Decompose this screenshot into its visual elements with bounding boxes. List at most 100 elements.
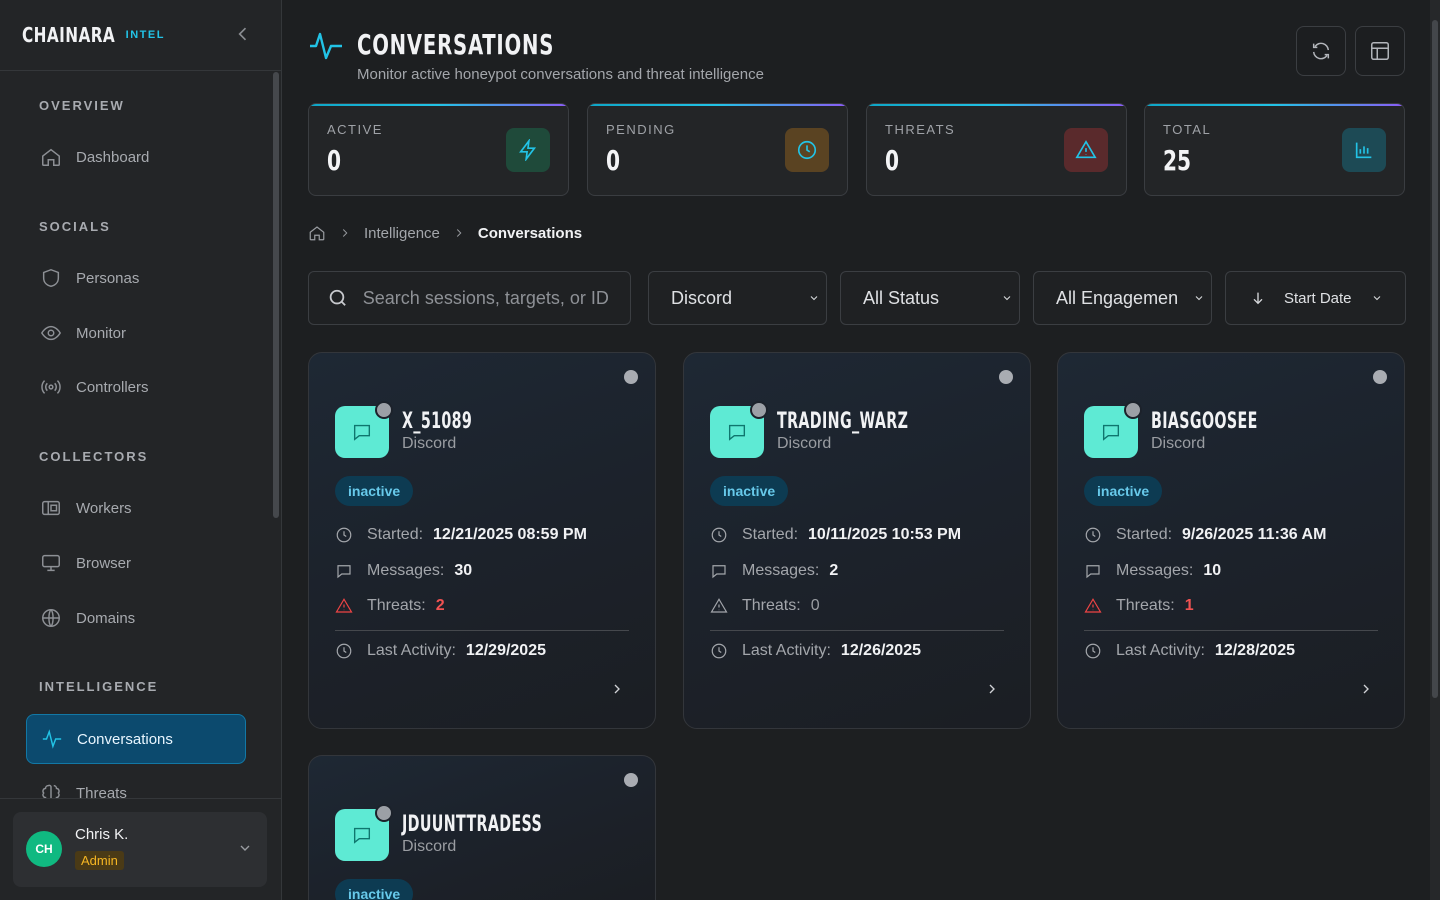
refresh-button[interactable] xyxy=(1296,26,1346,76)
page-subtitle: Monitor active honeypot conversations an… xyxy=(357,66,764,83)
home-icon[interactable] xyxy=(308,224,326,242)
sidebar-item-label: Conversations xyxy=(77,730,173,748)
engagement-select[interactable]: All Engagemen xyxy=(1033,271,1212,325)
chevron-right-icon[interactable] xyxy=(984,681,1000,697)
message-icon xyxy=(353,827,371,844)
eye-icon xyxy=(40,325,62,341)
search-input[interactable] xyxy=(362,287,630,309)
stat-icon-box xyxy=(1342,128,1386,172)
chevron-left-icon[interactable] xyxy=(233,24,253,44)
conversation-platform: Discord xyxy=(402,838,457,855)
user-name: Chris K. xyxy=(75,826,129,843)
last-activity-label: Last Activity: xyxy=(1116,642,1205,659)
platform-select-value: Discord xyxy=(671,287,733,308)
chevron-right-icon[interactable] xyxy=(1358,681,1374,697)
platform-select[interactable]: Discord xyxy=(648,271,827,325)
last-activity-row: Last Activity: 12/29/2025 xyxy=(335,642,546,660)
section-title-collectors: COLLECTORS xyxy=(39,449,149,464)
user-menu[interactable]: CH Chris K. Admin xyxy=(13,812,267,887)
last-activity-value: 12/26/2025 xyxy=(840,642,921,659)
chevron-right-icon[interactable] xyxy=(609,681,625,697)
refresh-icon xyxy=(1312,42,1330,60)
stat-card-threats: THREATS 0 xyxy=(866,103,1127,196)
stat-value: 0 xyxy=(327,144,342,177)
radio-icon xyxy=(41,380,61,394)
conversation-card[interactable]: X_51089 Discord inactive Started: 12/21/… xyxy=(308,352,656,729)
section-title-socials: SOCIALS xyxy=(39,219,111,234)
sidebar-item-browser[interactable]: Browser xyxy=(26,538,246,588)
message-icon xyxy=(337,565,351,579)
main-scrollbar[interactable] xyxy=(1430,0,1440,900)
breadcrumb-item-conversations: Conversations xyxy=(477,224,583,242)
presence-dot xyxy=(1124,401,1142,419)
conversation-platform: Discord xyxy=(1151,435,1206,452)
sidebar-item-conversations[interactable]: Conversations xyxy=(26,714,246,764)
sidebar-item-label: Controllers xyxy=(76,378,149,396)
clock-icon xyxy=(797,140,817,160)
conversation-card[interactable]: BIASGOOSEE Discord inactive Started: 9/2… xyxy=(1057,352,1405,729)
conversation-card[interactable]: JDUUNTTRADESS Discord inactive xyxy=(308,755,656,900)
brand: CHAINARA INTEL xyxy=(0,0,281,71)
presence-dot xyxy=(375,401,393,419)
brand-tag: INTEL xyxy=(125,29,165,41)
started-value: 10/11/2025 10:53 PM xyxy=(808,526,962,543)
messages-label: Messages: xyxy=(1116,562,1194,579)
sidebar-item-controllers[interactable]: Controllers xyxy=(26,362,246,412)
divider xyxy=(710,630,1004,631)
sidebar-scrollbar[interactable] xyxy=(273,72,279,518)
threats-value: 0 xyxy=(810,597,820,614)
conversation-name: BIASGOOSEE xyxy=(1151,409,1258,434)
conversation-name: X_51089 xyxy=(402,409,473,434)
stat-card-pending: PENDING 0 xyxy=(587,103,848,196)
activity-icon xyxy=(42,729,62,749)
sidebar-item-personas[interactable]: Personas xyxy=(26,253,246,303)
stat-card-total: TOTAL 25 xyxy=(1144,103,1405,196)
breadcrumb: Intelligence Conversations xyxy=(308,222,582,244)
sidebar-item-domains[interactable]: Domains xyxy=(26,593,246,643)
threats-value: 1 xyxy=(1184,597,1194,614)
conversation-platform: Discord xyxy=(777,435,832,452)
sidebar-nav: OVERVIEW Dashboard SOCIALS Personas Moni… xyxy=(0,71,281,798)
stat-label: TOTAL xyxy=(1163,122,1212,137)
sidebar-item-monitor[interactable]: Monitor xyxy=(26,308,246,358)
sort-button[interactable]: Start Date xyxy=(1225,271,1406,325)
message-icon xyxy=(1102,424,1120,441)
status-badge: inactive xyxy=(335,476,414,506)
sidebar-item-label: Workers xyxy=(76,499,132,517)
threats-row: Threats: 2 xyxy=(335,597,445,615)
layout-button[interactable] xyxy=(1355,26,1405,76)
search-box xyxy=(308,271,631,325)
last-activity-value: 12/28/2025 xyxy=(1214,642,1295,659)
conversation-card[interactable]: TRADING_WARZ Discord inactive Started: 1… xyxy=(683,352,1031,729)
user-panel: CH Chris K. Admin xyxy=(0,798,281,900)
clock-icon xyxy=(711,527,727,543)
shield-icon xyxy=(42,268,60,288)
messages-value: 30 xyxy=(454,562,473,579)
lightning-icon xyxy=(519,139,537,161)
sidebar-item-label: Browser xyxy=(76,554,132,572)
page-title: CONVERSATIONS xyxy=(357,28,555,61)
sidebar: CHAINARA INTEL OVERVIEW Dashboard SOCIAL… xyxy=(0,0,282,900)
worker-icon xyxy=(42,500,60,516)
status-badge: inactive xyxy=(1084,476,1163,506)
presence-dot xyxy=(375,804,393,822)
scrollbar-thumb[interactable] xyxy=(1432,20,1438,698)
sidebar-item-dashboard[interactable]: Dashboard xyxy=(26,132,246,182)
last-activity-row: Last Activity: 12/28/2025 xyxy=(1084,642,1295,660)
stat-icon-box xyxy=(1064,128,1108,172)
chevron-down-icon xyxy=(1373,296,1381,301)
chevron-down-icon xyxy=(1003,296,1011,301)
sidebar-item-label: Dashboard xyxy=(76,148,150,166)
messages-label: Messages: xyxy=(742,562,820,579)
status-select[interactable]: All Status xyxy=(840,271,1020,325)
status-indicator xyxy=(999,370,1013,384)
divider xyxy=(1084,630,1378,631)
conversation-name: JDUUNTTRADESS xyxy=(402,812,543,837)
stat-card-active: ACTIVE 0 xyxy=(308,103,569,196)
sidebar-item-threats[interactable]: Threats xyxy=(26,768,246,798)
threats-label: Threats: xyxy=(742,597,801,614)
sidebar-item-workers[interactable]: Workers xyxy=(26,483,246,533)
messages-row: Messages: 30 xyxy=(335,562,472,580)
breadcrumb-item-intelligence[interactable]: Intelligence xyxy=(364,225,440,242)
stat-label: PENDING xyxy=(606,122,676,137)
